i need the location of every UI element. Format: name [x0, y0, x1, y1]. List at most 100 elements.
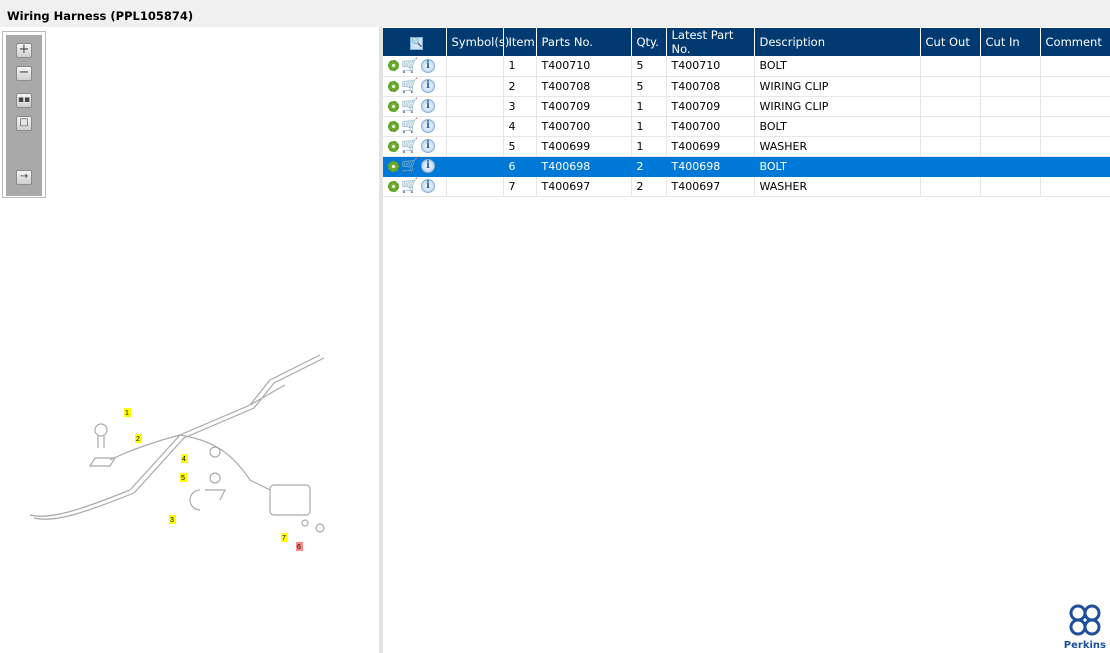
cell-cut-out — [920, 176, 981, 197]
expand-panel-icon[interactable]: → — [16, 170, 32, 185]
cell-cut-out — [920, 96, 981, 117]
search-icon[interactable]: 🔍 — [410, 37, 424, 50]
cell-parts-no: T400697 — [536, 176, 632, 197]
cell-qty: 2 — [630, 156, 667, 177]
info-icon[interactable]: i — [421, 99, 435, 113]
cell-symbols — [445, 156, 504, 177]
cell-cut-in — [980, 176, 1041, 197]
cell-qty: 2 — [631, 176, 667, 197]
cell-item: 5 — [503, 136, 537, 157]
gear-icon[interactable] — [388, 100, 399, 112]
window-title: Wiring Harness (PPL105874) — [7, 9, 194, 23]
header-comment[interactable]: Comment — [1040, 28, 1110, 56]
cell-symbols — [446, 176, 504, 197]
cart-icon[interactable]: 🛒 — [401, 159, 419, 173]
cell-qty: 1 — [631, 136, 667, 157]
cell-comment — [1040, 56, 1110, 77]
table-row[interactable]: 🛒 i 5 T400699 1 T400699 WASHER — [383, 136, 1110, 157]
cell-cut-out — [920, 116, 981, 137]
cart-icon[interactable]: 🛒 — [401, 99, 419, 113]
svg-text:5: 5 — [181, 475, 185, 482]
cart-icon[interactable]: 🛒 — [401, 119, 419, 133]
header-cut-out[interactable]: Cut Out — [920, 28, 981, 56]
cell-description: BOLT — [753, 156, 921, 177]
fit-icon[interactable]: ▪▪ — [16, 93, 32, 108]
info-icon[interactable]: i — [421, 179, 435, 193]
info-icon[interactable]: i — [421, 139, 435, 153]
info-icon[interactable]: i — [421, 58, 435, 73]
cell-parts-no: T400700 — [536, 116, 632, 137]
cell-cut-in — [979, 156, 1041, 177]
cell-latest-part-no: T400710 — [666, 56, 755, 77]
cart-icon[interactable]: 🛒 — [401, 139, 419, 153]
row-actions: 🛒 i — [383, 96, 447, 117]
header-cut-in[interactable]: Cut In — [980, 28, 1041, 56]
cell-cut-out — [919, 156, 981, 177]
gear-icon[interactable] — [388, 140, 399, 152]
cell-item: 4 — [503, 116, 537, 137]
table-row[interactable]: 🛒 i 3 T400709 1 T400709 WIRING CLIP — [383, 96, 1110, 117]
cell-symbols — [446, 136, 504, 157]
actual-size-icon[interactable]: □ — [16, 116, 32, 131]
cell-comment — [1040, 176, 1110, 197]
cell-latest-part-no: T400700 — [666, 116, 755, 137]
row-actions: 🛒 i — [383, 156, 447, 177]
info-icon[interactable]: i — [421, 119, 435, 133]
header-description[interactable]: Description — [754, 28, 921, 56]
info-icon[interactable]: i — [421, 79, 435, 93]
cell-description: BOLT — [754, 56, 921, 77]
zoom-out-icon[interactable]: − — [16, 66, 32, 81]
table-row[interactable]: 🛒 i 6 T400698 2 T400698 BOLT — [383, 156, 1110, 177]
cell-cut-out — [920, 56, 981, 77]
cell-cut-out — [920, 76, 981, 97]
cell-comment — [1040, 96, 1110, 117]
cell-cut-in — [980, 116, 1041, 137]
cell-latest-part-no: T400697 — [666, 176, 755, 197]
header-qty[interactable]: Qty. — [631, 28, 667, 56]
cell-comment — [1040, 136, 1110, 157]
cell-qty: 5 — [631, 56, 667, 77]
cell-item: 2 — [503, 76, 537, 97]
table-row[interactable]: 🛒 i 1 T400710 5 T400710 BOLT — [383, 56, 1110, 77]
header-symbols[interactable]: Symbol(s) — [446, 28, 509, 56]
cart-icon[interactable]: 🛒 — [401, 59, 419, 73]
table-row[interactable]: 🛒 i 7 T400697 2 T400697 WASHER — [383, 176, 1110, 197]
gear-icon[interactable] — [388, 80, 399, 92]
cell-cut-in — [980, 76, 1041, 97]
perkins-logo: Perkins — [1064, 603, 1106, 651]
cell-qty: 1 — [631, 116, 667, 137]
cell-parts-no: T400699 — [536, 136, 632, 157]
cell-qty: 1 — [631, 96, 667, 117]
table-row[interactable]: 🛒 i 4 T400700 1 T400700 BOLT — [383, 116, 1110, 137]
cell-description: WASHER — [754, 136, 921, 157]
search-parts-header[interactable]: 🔍 — [383, 28, 447, 56]
cell-parts-no: T400698 — [535, 156, 632, 177]
svg-text:7: 7 — [282, 535, 286, 542]
header-parts-no[interactable]: Parts No. — [536, 28, 632, 56]
cell-description: WIRING CLIP — [754, 76, 921, 97]
gear-icon[interactable] — [388, 160, 399, 172]
cell-description: WASHER — [754, 176, 921, 197]
gear-icon[interactable] — [388, 60, 399, 72]
diagram-toolbar: + − ▪▪ □ → — [2, 31, 46, 198]
parts-table: 🔍 Symbol(s) Item Parts No. Qty. Latest P… — [383, 28, 1110, 197]
zoom-in-icon[interactable]: + — [16, 43, 32, 58]
cell-symbols — [446, 96, 504, 117]
gear-icon[interactable] — [388, 180, 399, 192]
cell-cut-in — [980, 96, 1041, 117]
cell-description: WIRING CLIP — [754, 96, 921, 117]
header-latest-part-no[interactable]: Latest Part No. — [666, 28, 755, 56]
row-actions: 🛒 i — [383, 56, 447, 77]
perkins-logo-mark — [1069, 604, 1101, 636]
cart-icon[interactable]: 🛒 — [401, 79, 419, 93]
wiring-harness-diagram: 1 2 3 4 5 6 7 — [29, 354, 325, 551]
info-icon[interactable]: i — [421, 159, 435, 173]
row-actions: 🛒 i — [383, 116, 447, 137]
cell-parts-no: T400710 — [536, 56, 632, 77]
gear-icon[interactable] — [388, 120, 399, 132]
cell-comment — [1040, 116, 1110, 137]
cart-icon[interactable]: 🛒 — [401, 179, 419, 193]
table-row[interactable]: 🛒 i 2 T400708 5 T400708 WIRING CLIP — [383, 76, 1110, 97]
cell-qty: 5 — [631, 76, 667, 97]
svg-text:2: 2 — [136, 436, 140, 443]
